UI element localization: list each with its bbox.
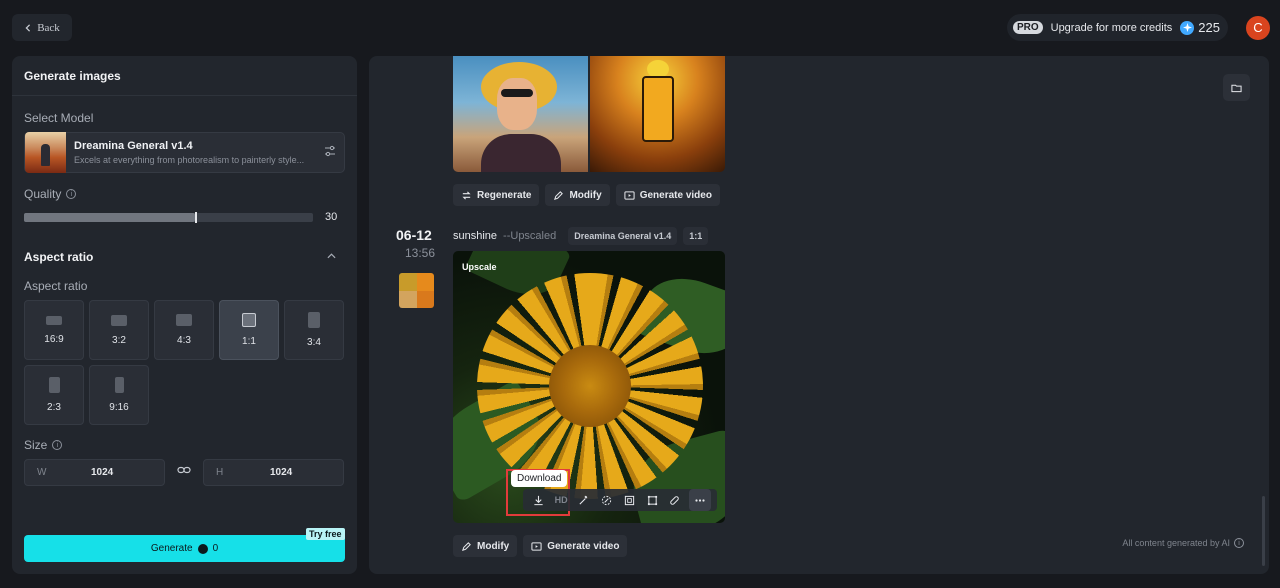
entry-time: 13:56	[405, 246, 436, 260]
aspect-ratio-heading[interactable]: Aspect ratio	[24, 250, 93, 264]
refresh-icon	[462, 190, 471, 200]
top-action-row: Regenerate Modify Generate video	[453, 184, 720, 206]
ratio-9-16-icon	[114, 377, 124, 393]
ai-disclaimer: All content generated by AI i	[1122, 538, 1244, 548]
back-label: Back	[37, 21, 60, 34]
quality-value: 30	[325, 211, 338, 223]
quality-slider[interactable]	[24, 212, 313, 223]
aspect-9-16[interactable]: 9:16	[89, 365, 149, 425]
ratio-1-1-icon	[242, 313, 256, 327]
link-icon[interactable]	[177, 463, 191, 482]
crop-icon[interactable]	[643, 491, 661, 509]
height-field[interactable]: H 1024	[203, 459, 344, 486]
ratio-3-4-icon	[308, 312, 320, 328]
upgrade-label: Upgrade for more credits	[1050, 21, 1173, 34]
model-name: Dreamina General v1.4	[74, 140, 193, 152]
generate-video-button[interactable]: Generate video	[523, 535, 628, 557]
image-toolbar: HD	[523, 489, 717, 511]
aspect-ratio-label: Aspect ratio	[24, 279, 88, 293]
upscale-label: Upscale	[462, 262, 497, 272]
entry-date: 06-12	[396, 227, 432, 243]
credit-coin-icon	[197, 543, 208, 554]
generate-panel: Generate images Select Model Dreamina Ge…	[12, 56, 357, 574]
credit-star-icon	[1180, 20, 1195, 35]
aspect-3-2[interactable]: 3:2	[89, 300, 149, 360]
pro-badge: PRO	[1012, 21, 1043, 34]
back-button[interactable]: Back	[12, 14, 72, 41]
folder-icon	[1231, 84, 1242, 92]
prompt-suffix: --Upscaled	[503, 230, 557, 242]
model-description: Excels at everything from photorealism t…	[74, 155, 305, 165]
entry-source-thumbnail[interactable]	[399, 273, 434, 308]
quality-label: Quality i	[24, 187, 77, 201]
aspect-3-4[interactable]: 3:4	[284, 300, 344, 360]
folder-button[interactable]	[1223, 74, 1250, 101]
generate-button[interactable]: Generate 0	[24, 535, 345, 562]
credits-display[interactable]: 225	[1180, 20, 1220, 35]
scrollbar[interactable]	[1262, 496, 1265, 566]
ratio-2-3-icon	[48, 377, 60, 393]
hd-button[interactable]: HD	[552, 491, 570, 509]
modify-button[interactable]: Modify	[545, 184, 610, 206]
chevron-left-icon	[25, 23, 31, 32]
model-thumbnail	[25, 132, 66, 173]
aspect-1-1[interactable]: 1:1	[219, 300, 279, 360]
pencil-icon	[462, 541, 471, 551]
size-label: Size i	[24, 438, 63, 452]
quality-slider-fill	[24, 213, 195, 222]
bandage-icon[interactable]	[666, 491, 684, 509]
pencil-icon	[554, 190, 564, 200]
top-right-bar: PRO Upgrade for more credits 225 C	[1006, 14, 1270, 41]
upgrade-button[interactable]: PRO Upgrade for more credits 225	[1006, 14, 1228, 41]
more-options-icon[interactable]	[688, 489, 711, 511]
ratio-16-9-icon	[46, 315, 62, 325]
video-icon	[531, 541, 542, 551]
info-icon[interactable]: i	[52, 440, 63, 450]
model-selector[interactable]: Dreamina General v1.4 Excels at everythi…	[24, 132, 345, 173]
video-icon	[624, 190, 635, 200]
aspect-2-3[interactable]: 2:3	[24, 365, 84, 425]
download-icon[interactable]	[529, 491, 547, 509]
generate-video-button[interactable]: Generate video	[615, 184, 720, 206]
generate-label: Generate	[150, 543, 193, 554]
model-tag: Dreamina General v1.4	[568, 227, 678, 245]
chevron-up-icon[interactable]	[327, 253, 336, 259]
eraser-icon[interactable]	[598, 491, 616, 509]
avatar[interactable]: C	[1246, 15, 1270, 40]
info-icon[interactable]: i	[66, 189, 77, 199]
size-row: W 1024 H 1024	[24, 459, 344, 486]
generated-image-sunflower[interactable]: Upscale Download HD	[453, 251, 725, 523]
results-panel: Regenerate Modify Generate video 06-12 1…	[369, 56, 1269, 574]
ratio-tag: 1:1	[683, 227, 709, 245]
credits-count: 225	[1198, 20, 1220, 35]
quality-slider-handle[interactable]	[194, 212, 197, 223]
panel-title: Generate images	[12, 56, 357, 96]
width-field[interactable]: W 1024	[24, 459, 165, 486]
prompt-text[interactable]: sunshine	[453, 230, 497, 242]
regenerate-button[interactable]: Regenerate	[453, 184, 540, 206]
sliders-icon[interactable]	[324, 144, 336, 162]
generate-cost: 0	[212, 543, 219, 554]
generated-image-woman[interactable]	[453, 56, 588, 172]
select-model-label: Select Model	[24, 111, 94, 125]
bottom-action-row: Modify Generate video	[453, 535, 628, 557]
expand-icon[interactable]	[620, 491, 638, 509]
magic-wand-icon[interactable]	[575, 491, 593, 509]
ratio-4-3-icon	[176, 314, 192, 326]
prompt-row: sunshine --Upscaled Dreamina General v1.…	[453, 227, 709, 245]
aspect-ratio-grid: 16:9 3:2 4:3 1:1 3:4 2:3 9:16	[24, 300, 345, 425]
download-tooltip: Download	[511, 470, 568, 487]
aspect-16-9[interactable]: 16:9	[24, 300, 84, 360]
generated-image-perfume[interactable]	[590, 56, 725, 172]
aspect-4-3[interactable]: 4:3	[154, 300, 214, 360]
info-icon[interactable]: i	[1234, 538, 1244, 548]
modify-button[interactable]: Modify	[453, 535, 518, 557]
ratio-3-2-icon	[111, 314, 127, 326]
try-free-badge: Try free	[306, 528, 345, 540]
